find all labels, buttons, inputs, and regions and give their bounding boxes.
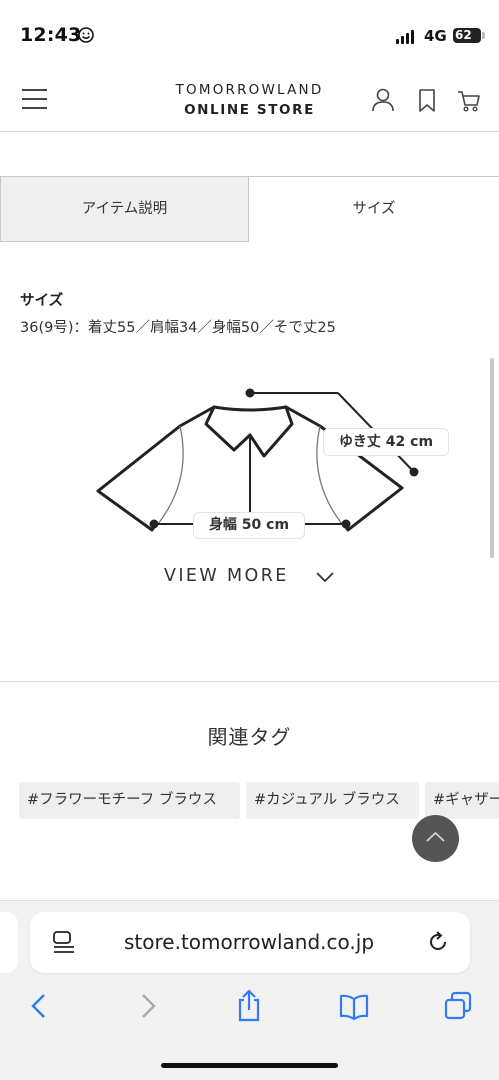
detail-tabs: アイテム説明 サイズ xyxy=(0,176,499,242)
tab-item-description[interactable]: アイテム説明 xyxy=(0,176,249,242)
tabs-icon[interactable] xyxy=(442,989,474,1023)
cart-icon[interactable] xyxy=(456,86,482,114)
status-time: 12:43 xyxy=(20,24,82,46)
tag-chip[interactable]: #カジュアル ブラウス xyxy=(246,782,419,819)
reload-icon[interactable] xyxy=(426,930,450,954)
chevron-down-icon[interactable] xyxy=(316,571,334,583)
url-text[interactable]: store.tomorrowland.co.jp xyxy=(124,930,374,954)
battery-icon: 62 xyxy=(453,28,481,43)
chevron-up-icon xyxy=(426,831,445,842)
related-tags-heading: 関連タグ xyxy=(207,725,292,749)
section-divider xyxy=(0,681,499,682)
body-width-label: 身幅 50 cm xyxy=(193,512,305,539)
related-tags-list: #フラワーモチーフ ブラウス #カジュアル ブラウス #ギャザー xyxy=(19,782,499,819)
network-label: 4G xyxy=(424,27,447,45)
bookmark-icon[interactable] xyxy=(414,86,440,114)
account-icon[interactable] xyxy=(370,86,396,114)
previous-tab-peek[interactable] xyxy=(0,912,18,973)
view-more-button[interactable]: VIEW MORE xyxy=(164,566,289,586)
browser-toolbar: store.tomorrowland.co.jp xyxy=(0,900,499,1080)
tab-size[interactable]: サイズ xyxy=(249,176,499,242)
back-icon[interactable] xyxy=(24,989,56,1023)
battery-tip xyxy=(482,32,485,39)
bookmarks-icon[interactable] xyxy=(338,989,370,1023)
smiley-icon xyxy=(78,27,94,43)
status-bar: 12:43 4G 62 xyxy=(0,0,499,70)
home-indicator xyxy=(161,1063,338,1068)
tag-chip[interactable]: #フラワーモチーフ ブラウス xyxy=(19,782,240,819)
site-header: TOMORROWLAND ONLINE STORE xyxy=(0,70,499,132)
address-bar[interactable]: store.tomorrowland.co.jp xyxy=(30,912,470,973)
size-heading: サイズ xyxy=(20,293,64,309)
sleeve-length-label: ゆき丈 42 cm xyxy=(323,428,449,456)
battery-level: 62 xyxy=(455,28,472,42)
tag-chip[interactable]: #ギャザー xyxy=(425,782,499,819)
page-scrollbar[interactable] xyxy=(490,358,494,558)
scroll-to-top-button[interactable] xyxy=(412,815,459,862)
size-description: 36(9号)：着丈55／肩幅34／身幅50／そで丈25 xyxy=(20,320,336,336)
share-icon[interactable] xyxy=(233,989,265,1023)
page-settings-icon[interactable] xyxy=(52,930,76,956)
forward-icon[interactable] xyxy=(131,989,163,1023)
